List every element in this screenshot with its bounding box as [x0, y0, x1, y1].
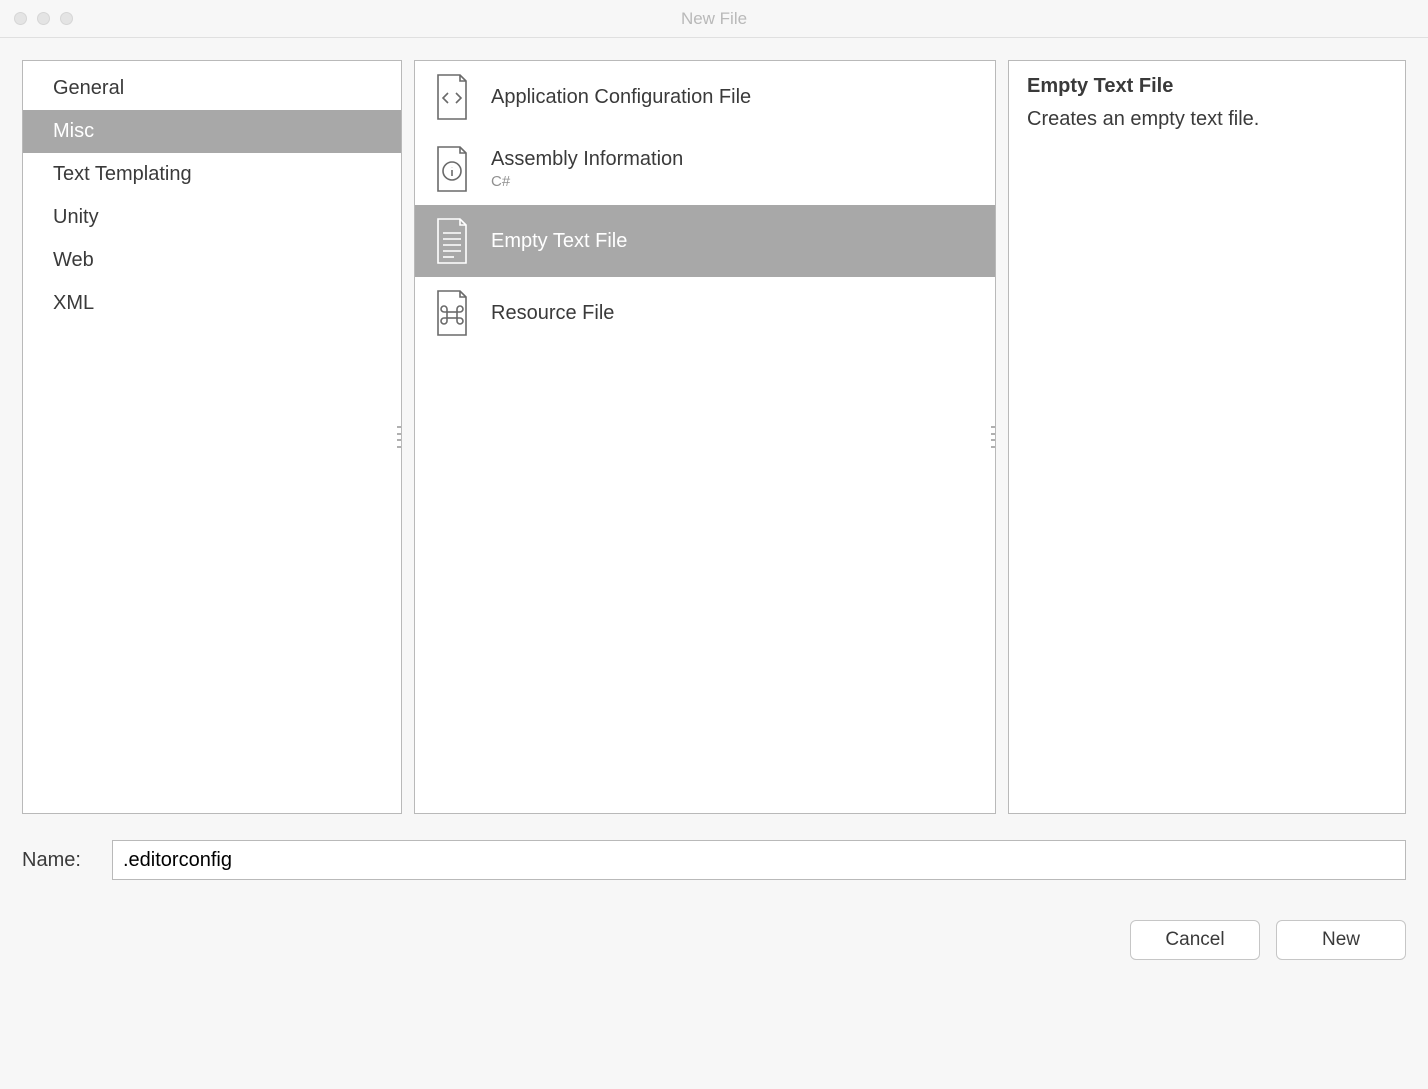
text-file-icon	[429, 215, 475, 267]
cancel-button[interactable]: Cancel	[1130, 920, 1260, 960]
template-label: Assembly Information	[491, 148, 683, 171]
description-title: Empty Text File	[1027, 75, 1387, 98]
template-pane: Application Configuration File Assembly …	[414, 60, 996, 814]
template-item-assembly-info[interactable]: Assembly Information C#	[415, 133, 995, 205]
category-label: General	[53, 77, 124, 99]
category-item-unity[interactable]: Unity	[23, 196, 401, 239]
template-label: Resource File	[491, 302, 614, 325]
name-label: Name:	[22, 849, 96, 872]
category-item-general[interactable]: General	[23, 67, 401, 110]
template-item-empty-text[interactable]: Empty Text File	[415, 205, 995, 277]
template-list: Application Configuration File Assembly …	[415, 61, 995, 349]
code-file-icon	[429, 71, 475, 123]
template-label: Application Configuration File	[491, 86, 751, 109]
category-label: Web	[53, 249, 94, 271]
name-input[interactable]	[112, 840, 1406, 880]
category-label: XML	[53, 292, 94, 314]
main-panes: General Misc Text Templating Unity Web X…	[0, 38, 1428, 814]
category-label: Text Templating	[53, 163, 192, 185]
minimize-window-icon[interactable]	[37, 12, 50, 25]
category-label: Misc	[53, 120, 94, 142]
splitter-grip-icon[interactable]	[397, 426, 402, 448]
button-label: Cancel	[1165, 929, 1224, 950]
category-item-web[interactable]: Web	[23, 239, 401, 282]
window-controls	[0, 12, 73, 25]
description-pane: Empty Text File Creates an empty text fi…	[1008, 60, 1406, 814]
category-list: General Misc Text Templating Unity Web X…	[23, 61, 401, 325]
command-file-icon	[429, 287, 475, 339]
name-row: Name:	[0, 814, 1428, 880]
category-item-misc[interactable]: Misc	[23, 110, 401, 153]
category-item-xml[interactable]: XML	[23, 282, 401, 325]
template-sublabel: C#	[491, 173, 683, 190]
close-window-icon[interactable]	[14, 12, 27, 25]
template-item-resource-file[interactable]: Resource File	[415, 277, 995, 349]
description-body: Creates an empty text file.	[1027, 108, 1387, 131]
dialog-buttons: Cancel New	[0, 880, 1428, 960]
category-label: Unity	[53, 206, 99, 228]
window-title: New File	[0, 9, 1428, 29]
button-label: New	[1322, 929, 1360, 950]
info-file-icon	[429, 143, 475, 195]
zoom-window-icon[interactable]	[60, 12, 73, 25]
titlebar: New File	[0, 0, 1428, 38]
category-pane: General Misc Text Templating Unity Web X…	[22, 60, 402, 814]
splitter-grip-icon[interactable]	[991, 426, 996, 448]
new-button[interactable]: New	[1276, 920, 1406, 960]
category-item-text-templating[interactable]: Text Templating	[23, 153, 401, 196]
template-label: Empty Text File	[491, 230, 627, 253]
template-item-app-config[interactable]: Application Configuration File	[415, 61, 995, 133]
